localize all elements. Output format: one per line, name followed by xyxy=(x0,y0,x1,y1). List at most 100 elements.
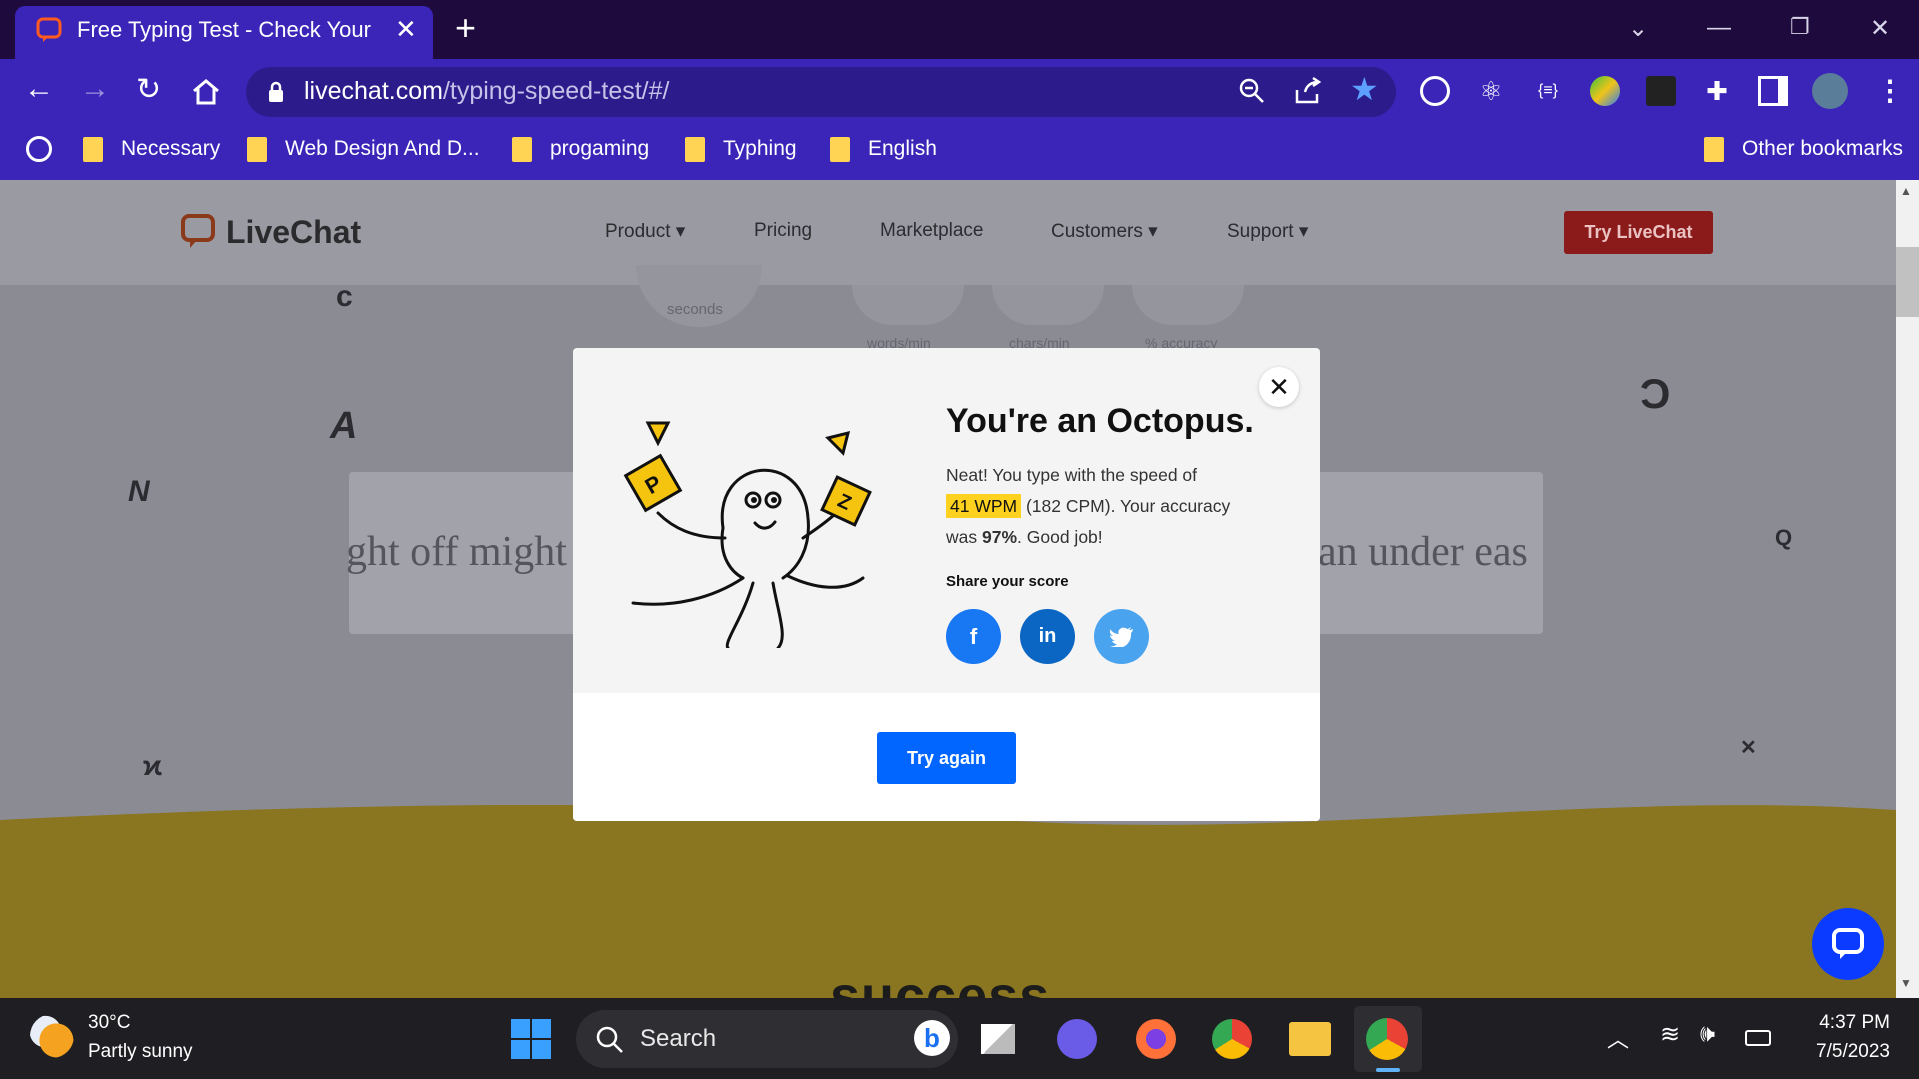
active-indicator xyxy=(1376,1068,1400,1072)
folder-icon xyxy=(1704,136,1724,162)
scrollbar-thumb[interactable] xyxy=(1896,247,1919,317)
folder-icon xyxy=(685,136,705,162)
profile-avatar[interactable] xyxy=(1812,73,1848,109)
octopus-illustration: P Z xyxy=(623,421,872,648)
react-devtools-icon[interactable]: ⚛ xyxy=(1476,76,1506,106)
new-tab-button[interactable]: + xyxy=(455,10,476,46)
extension-globe-icon[interactable] xyxy=(1590,76,1620,106)
tab-search-icon[interactable]: ⌄ xyxy=(1628,14,1648,43)
extension-dark-icon[interactable] xyxy=(1646,76,1676,106)
livechat-logo-icon xyxy=(181,214,215,248)
search-placeholder: Search xyxy=(640,1025,717,1052)
nav-support[interactable]: Support ▾ xyxy=(1227,220,1308,243)
try-again-button[interactable]: Try again xyxy=(877,732,1016,784)
nav-product[interactable]: Product ▾ xyxy=(605,220,685,243)
doodle-letter: ✕ xyxy=(1740,737,1757,759)
share-icon[interactable] xyxy=(1293,76,1323,106)
doodle-letter: A xyxy=(330,405,358,447)
battery-icon[interactable] xyxy=(1745,1030,1771,1046)
facebook-icon: f xyxy=(969,623,978,649)
typing-text-left: ght off might xyxy=(346,529,567,575)
json-extension-icon[interactable]: {≡} xyxy=(1533,76,1563,106)
clock-time[interactable]: 4:37 PM xyxy=(1808,1012,1890,1034)
show-hidden-icons[interactable]: ︿ xyxy=(1607,1022,1629,1054)
seconds-label: seconds xyxy=(667,301,723,318)
file-explorer-icon[interactable] xyxy=(1289,1022,1331,1056)
close-tab-icon[interactable]: ✕ xyxy=(395,14,417,45)
bookmark-web-design[interactable]: Web Design And D... xyxy=(247,131,480,167)
doodle-letter: Ͻ xyxy=(1640,370,1671,417)
folder-icon xyxy=(247,136,267,162)
clock-date[interactable]: 7/5/2023 xyxy=(1800,1041,1890,1063)
wpm-highlight: 41 WPM xyxy=(946,494,1022,518)
side-panel-icon[interactable] xyxy=(1758,76,1788,106)
home-icon[interactable] xyxy=(191,78,221,106)
result-text: Neat! You type with the speed of 41 WPM … xyxy=(946,465,1231,547)
linkedin-share-button[interactable]: in xyxy=(1020,609,1075,664)
bookmark-typhing[interactable]: Typhing xyxy=(685,131,797,167)
browser-tab[interactable]: Free Typing Test - Check Your Typ ✕ xyxy=(15,6,433,59)
back-button[interactable]: ← xyxy=(24,72,54,106)
modal-title: You're an Octopus. xyxy=(946,402,1254,440)
bookmark-english[interactable]: English xyxy=(830,131,937,167)
other-bookmarks[interactable]: Other bookmarks xyxy=(1704,131,1903,167)
linkedin-icon: in xyxy=(1038,625,1057,647)
accuracy-value: 97% xyxy=(982,527,1018,547)
nav-pricing[interactable]: Pricing xyxy=(754,220,812,242)
forward-button[interactable]: → xyxy=(80,72,110,106)
typing-text-right: an under eas xyxy=(1318,529,1528,575)
scroll-down-icon[interactable]: ▼ xyxy=(1900,976,1912,990)
facebook-share-button[interactable]: f xyxy=(946,609,1001,664)
lock-icon[interactable] xyxy=(266,80,286,104)
folder-icon xyxy=(512,136,532,162)
cpm-bubble xyxy=(992,285,1104,325)
globe-icon[interactable] xyxy=(26,136,52,162)
restore-button[interactable]: ❐ xyxy=(1790,14,1810,40)
windows-start-icon[interactable] xyxy=(510,1018,552,1060)
result-modal: P Z ✕ You're an Octopus. Neat! You type … xyxy=(573,348,1320,821)
task-view-icon[interactable] xyxy=(981,1024,1015,1054)
folder-icon xyxy=(830,136,850,162)
doodle-letter: ϰ xyxy=(143,750,162,781)
extensions-puzzle-icon[interactable]: ✚ xyxy=(1702,76,1732,106)
weather-icon[interactable] xyxy=(30,1014,74,1058)
wifi-icon[interactable]: ≋ xyxy=(1660,1020,1680,1049)
minimize-button[interactable]: — xyxy=(1707,14,1731,42)
bing-icon[interactable]: b xyxy=(914,1020,950,1056)
teams-chat-icon[interactable] xyxy=(1057,1019,1097,1059)
bookmark-progaming[interactable]: progaming xyxy=(512,131,649,167)
doodle-letter: Q xyxy=(1775,525,1793,550)
wpm-bubble xyxy=(852,285,964,325)
try-livechat-button[interactable]: Try LiveChat xyxy=(1564,211,1713,254)
chat-icon xyxy=(1832,928,1864,959)
share-label: Share your score xyxy=(946,573,1069,590)
nav-marketplace[interactable]: Marketplace xyxy=(880,220,984,242)
twitter-bird-icon xyxy=(1109,626,1133,647)
site-header: LiveChat Product ▾ Pricing Marketplace C… xyxy=(0,180,1896,285)
accuracy-bubble xyxy=(1132,285,1244,325)
url-text[interactable]: livechat.com/typing-speed-test/#/ xyxy=(304,77,669,106)
weather-description[interactable]: Partly sunny xyxy=(88,1041,193,1063)
chrome-icon[interactable] xyxy=(1212,1019,1252,1059)
bookmark-star-icon[interactable]: ★ xyxy=(1350,70,1379,108)
close-window-button[interactable]: ✕ xyxy=(1870,14,1890,43)
livechat-favicon-icon xyxy=(36,17,62,42)
taskbar-search[interactable] xyxy=(576,1010,958,1068)
nav-customers[interactable]: Customers ▾ xyxy=(1051,220,1158,243)
windows-taskbar xyxy=(0,998,1919,1079)
reload-button[interactable]: ↻ xyxy=(136,72,161,107)
livechat-logo[interactable]: LiveChat xyxy=(180,213,361,251)
chat-widget-button[interactable] xyxy=(1812,908,1884,980)
firefox-icon[interactable] xyxy=(1136,1019,1176,1059)
twitter-share-button[interactable] xyxy=(1094,609,1149,664)
volume-icon[interactable]: 🕪 xyxy=(1700,1020,1715,1048)
close-modal-button[interactable]: ✕ xyxy=(1259,367,1299,407)
doodle-letter: N xyxy=(128,475,150,508)
scroll-up-icon[interactable]: ▲ xyxy=(1900,184,1912,198)
extension-target-icon[interactable] xyxy=(1420,76,1450,106)
weather-temperature[interactable]: 30°C xyxy=(88,1012,130,1034)
bookmark-necessary[interactable]: Necessary xyxy=(83,131,220,167)
search-icon xyxy=(596,1026,623,1053)
zoom-icon[interactable] xyxy=(1237,76,1267,106)
menu-dots-icon[interactable]: ⋮ xyxy=(1876,74,1904,107)
